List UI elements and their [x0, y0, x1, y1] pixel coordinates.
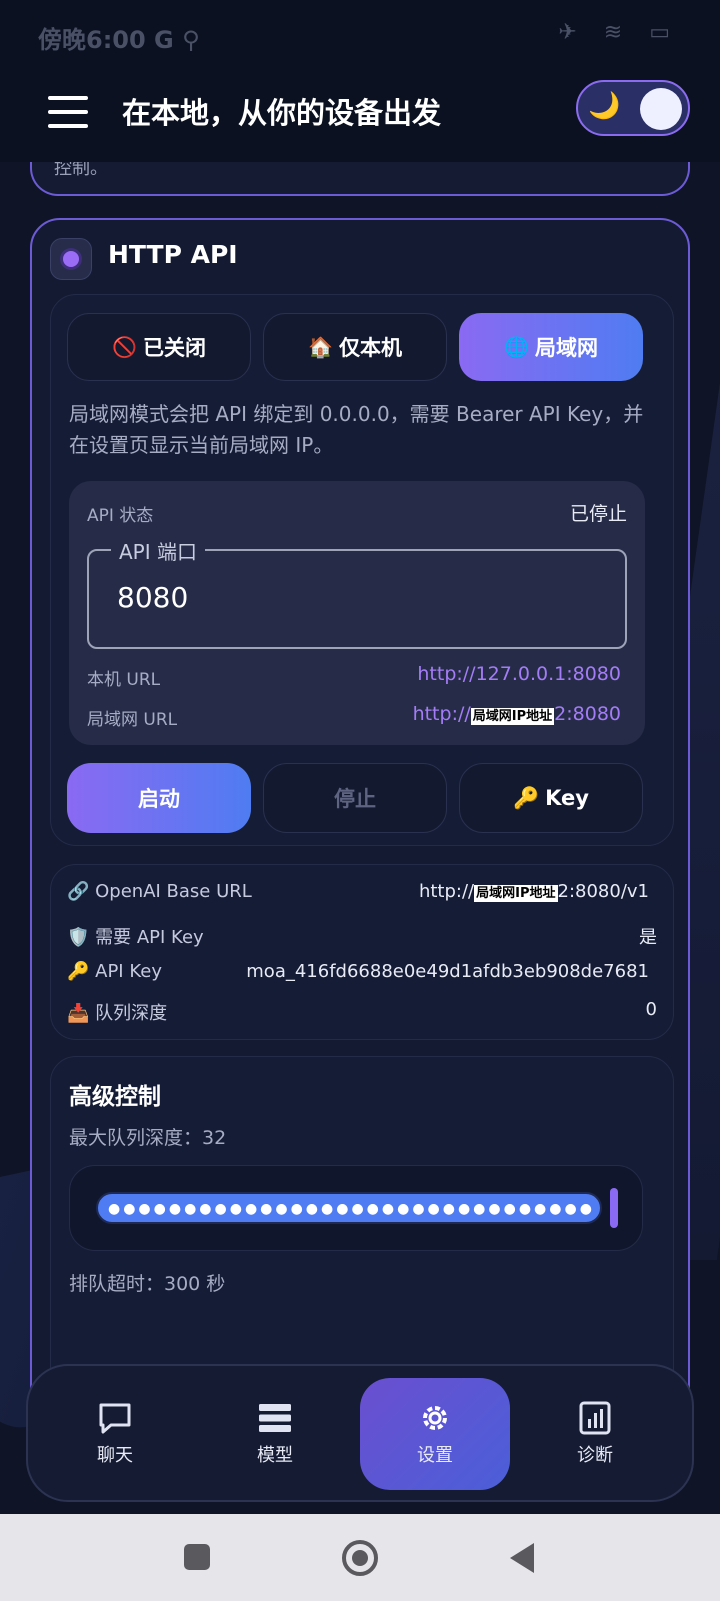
status-time: 傍晚6:00 G ⚲: [38, 26, 200, 54]
base-url-value[interactable]: http://局域网IP地址 2:8080/v1: [419, 881, 649, 902]
stack-icon: [259, 1404, 291, 1432]
globe-icon: 🌐: [504, 335, 529, 359]
key-icon: 🔑: [513, 785, 540, 810]
nav-settings[interactable]: 设置: [360, 1378, 510, 1490]
start-button[interactable]: 启动: [67, 763, 251, 833]
radio-icon: [50, 238, 92, 280]
queue-timeout-label: 排队超时：300 秒: [69, 1273, 226, 1295]
theme-toggle[interactable]: 🌙: [576, 80, 690, 136]
api-port-field[interactable]: API 端口 8080: [87, 536, 627, 649]
mode-label: 已关闭: [142, 336, 206, 360]
prohibited-icon: 🚫: [112, 335, 137, 359]
moon-icon: 🌙: [588, 91, 621, 121]
mode-label: 局域网: [534, 336, 598, 360]
api-status-value: 已停止: [569, 503, 627, 525]
back-icon[interactable]: [510, 1543, 534, 1573]
mode-label: 仅本机: [338, 336, 402, 360]
nav-label: 模型: [257, 1445, 293, 1466]
house-icon: 🏠: [308, 335, 333, 359]
system-navigation-bar: [0, 1514, 720, 1601]
api-status-label: API 状态: [87, 506, 154, 526]
mode-off-button[interactable]: 🚫 已关闭: [67, 313, 251, 381]
http-api-card: HTTP API 🚫 已关闭 🏠 仅本机 🌐 局域网 局域网模式会把 API 绑…: [30, 218, 690, 1436]
bottom-navigation: 聊天 模型 设置 诊断: [26, 1364, 694, 1502]
local-url-value[interactable]: http://127.0.0.1:8080: [417, 663, 621, 685]
max-queue-slider[interactable]: ●●●●●●●●●●●●●●●●●●●●●●●●●●●●●●●●●●●●●●●●…: [69, 1165, 643, 1251]
need-key-value: 是: [639, 927, 657, 948]
api-port-legend: API 端口: [111, 536, 205, 565]
base-url-label: 🔗 OpenAI Base URL: [67, 881, 252, 902]
slider-track[interactable]: ●●●●●●●●●●●●●●●●●●●●●●●●●●●●●●●●●●●●●●●●…: [96, 1192, 602, 1224]
api-info-section: 🔗 OpenAI Base URL http://局域网IP地址 2:8080/v…: [50, 864, 674, 1040]
api-port-input[interactable]: 8080: [117, 581, 188, 614]
nav-chat[interactable]: 聊天: [40, 1378, 190, 1490]
slider-thumb[interactable]: [610, 1188, 618, 1228]
slider-ticks: ●●●●●●●●●●●●●●●●●●●●●●●●●●●●●●●●●●●●●●●●…: [108, 1201, 594, 1217]
queue-depth-value: 0: [645, 999, 657, 1020]
gear-icon: [423, 1406, 447, 1430]
status-bar: 傍晚6:00 G ⚲ ✈ ≋ ▭: [0, 0, 720, 70]
recents-icon[interactable]: [184, 1544, 210, 1570]
max-queue-label: 最大队列深度：32: [69, 1127, 227, 1149]
redacted-ip: 局域网IP地址: [470, 708, 555, 725]
advanced-title: 高级控制: [69, 1084, 161, 1110]
stop-button[interactable]: 停止: [263, 763, 447, 833]
lan-url-value[interactable]: http://局域网IP地址 2:8080: [413, 703, 621, 725]
nav-label: 诊断: [577, 1445, 613, 1466]
nav-label: 设置: [417, 1445, 453, 1466]
card-title: HTTP API: [108, 240, 238, 269]
api-key-value[interactable]: moa_416fd6688e0e49d1afdb3eb908de7681: [246, 961, 649, 982]
queue-depth-label: 📥 队列深度: [67, 1003, 168, 1024]
mode-section: 🚫 已关闭 🏠 仅本机 🌐 局域网 局域网模式会把 API 绑定到 0.0.0.…: [50, 294, 674, 846]
app-header: 在本地，从你的设备出发 🌙: [0, 70, 720, 162]
menu-icon[interactable]: [48, 96, 88, 128]
chart-icon: [579, 1401, 611, 1435]
nav-label: 聊天: [97, 1445, 133, 1466]
mode-local-button[interactable]: 🏠 仅本机: [263, 313, 447, 381]
local-url-label: 本机 URL: [87, 670, 161, 690]
toggle-knob: [640, 88, 682, 130]
home-icon[interactable]: [342, 1540, 378, 1576]
mode-lan-button[interactable]: 🌐 局域网: [459, 313, 643, 381]
nav-diagnostics[interactable]: 诊断: [520, 1378, 670, 1490]
mode-description: 局域网模式会把 API 绑定到 0.0.0.0，需要 Bearer API Ke…: [69, 402, 644, 457]
lan-url-label: 局域网 URL: [87, 710, 178, 730]
status-icons: ✈ ≋ ▭: [558, 20, 680, 45]
nav-models[interactable]: 模型: [200, 1378, 350, 1490]
api-key-label: 🔑 API Key: [67, 961, 162, 982]
chat-icon: [99, 1403, 131, 1434]
need-key-label: 🛡️ 需要 API Key: [67, 927, 204, 948]
api-status-box: API 状态 已停止 API 端口 8080 本机 URL http://127…: [69, 481, 645, 745]
redacted-ip: 局域网IP地址: [474, 885, 558, 902]
key-button[interactable]: 🔑 Key: [459, 763, 643, 833]
page-title: 在本地，从你的设备出发: [122, 96, 442, 130]
